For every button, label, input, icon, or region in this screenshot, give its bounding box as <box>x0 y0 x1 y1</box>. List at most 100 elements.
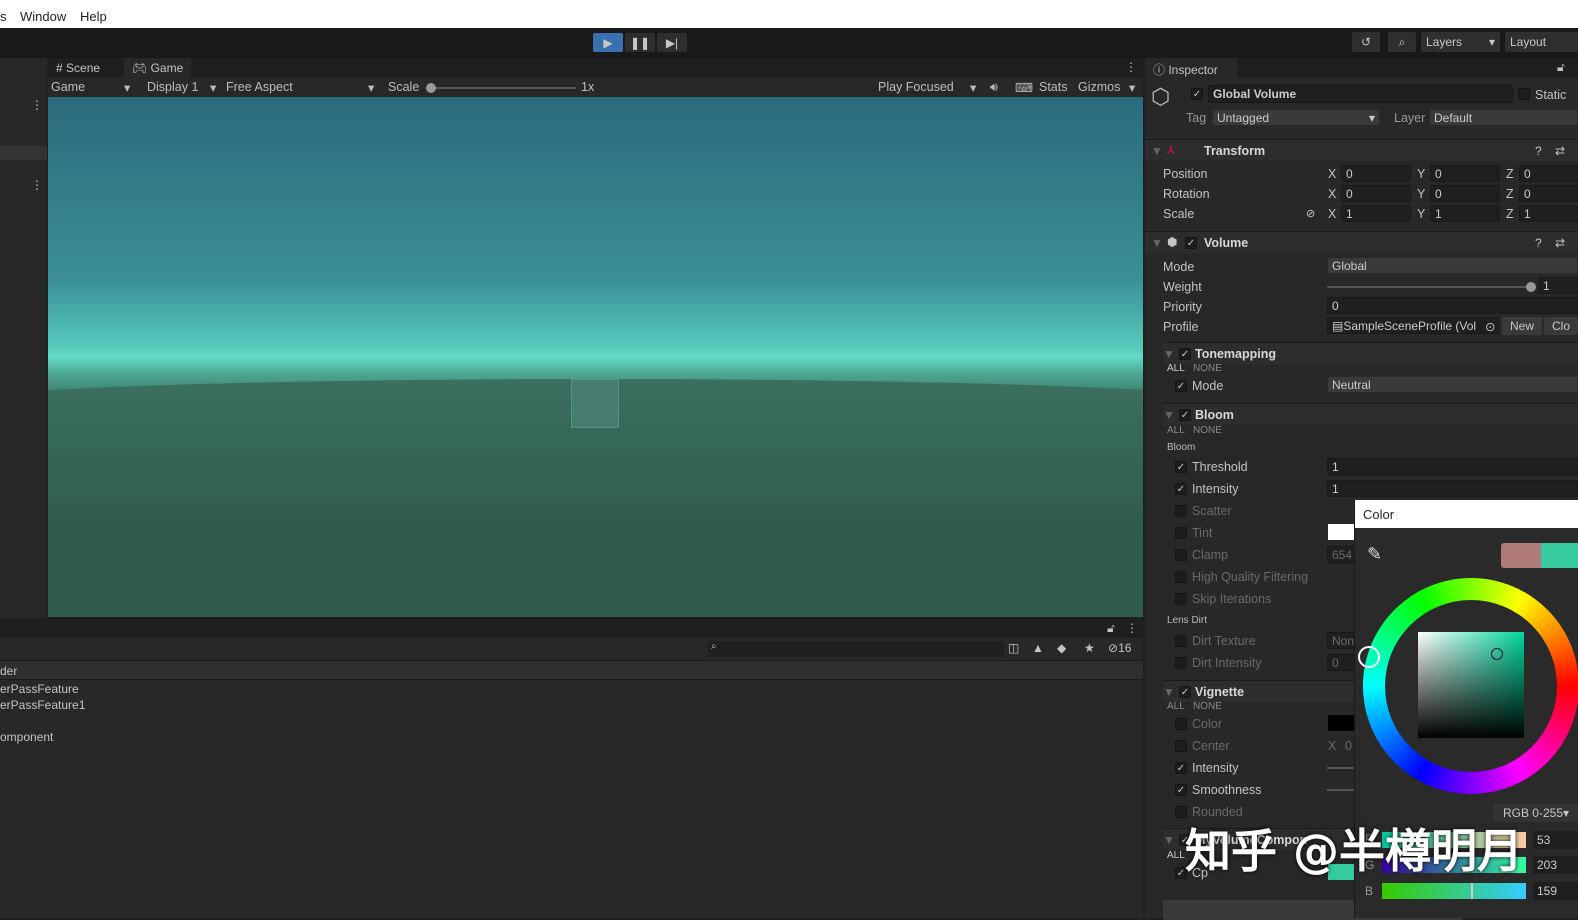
game-viewport[interactable] <box>48 97 1143 617</box>
tonemapping-header[interactable]: ▼ ✓ Tonemapping <box>1163 342 1578 364</box>
rotation-z[interactable]: 0 <box>1519 185 1578 202</box>
tab-game[interactable]: 🎮︎ Game <box>124 58 192 78</box>
all-button[interactable]: ALL <box>1167 363 1185 374</box>
all-button[interactable]: ALL <box>1167 850 1185 861</box>
tag-dropdown[interactable]: Untagged ▾ <box>1212 109 1380 126</box>
hue-handle[interactable] <box>1358 646 1380 668</box>
rotation-x[interactable]: 0 <box>1341 185 1411 202</box>
tint-checkbox[interactable] <box>1175 527 1187 539</box>
stats-button[interactable]: Stats <box>1039 80 1068 94</box>
dirt-intensity-input[interactable]: 0 <box>1327 654 1357 671</box>
b-input[interactable]: 159 <box>1533 882 1578 900</box>
volume-header[interactable]: ▼ ⬢ ✓ Volume ? ⇄ <box>1145 231 1578 253</box>
slider-thumb[interactable] <box>1526 282 1536 292</box>
game-view-dropdown[interactable]: Game <box>51 80 85 94</box>
more-icon[interactable]: ⋮ <box>31 98 43 112</box>
more-icon[interactable]: ⋮ <box>31 178 43 192</box>
position-x[interactable]: 0 <box>1341 165 1411 182</box>
priority-input[interactable]: 0 <box>1327 297 1578 314</box>
mode-dropdown[interactable]: Global <box>1327 257 1578 274</box>
b-slider[interactable] <box>1382 883 1526 899</box>
smoothness-checkbox[interactable]: ✓ <box>1175 784 1187 796</box>
project-search-input[interactable]: ⌕ <box>708 641 1004 657</box>
layout-dropdown[interactable]: Layout <box>1505 32 1578 52</box>
color-picker-titlebar[interactable]: Color <box>1355 500 1578 528</box>
aspect-dropdown[interactable]: Free Aspect <box>226 80 293 94</box>
history-button[interactable]: ↺ <box>1352 32 1380 52</box>
scatter-checkbox[interactable] <box>1175 505 1187 517</box>
list-item[interactable]: omponent <box>0 730 53 744</box>
threshold-input[interactable]: 1 <box>1327 458 1578 475</box>
dirt-texture-field[interactable]: Non <box>1327 632 1357 649</box>
bloom-header[interactable]: ▼ ✓ Bloom <box>1163 403 1578 425</box>
saturation-value-square[interactable] <box>1418 632 1524 738</box>
weight-slider[interactable] <box>1327 282 1536 292</box>
g-input[interactable]: 203 <box>1533 856 1578 874</box>
tonemapping-checkbox[interactable]: ✓ <box>1179 348 1191 360</box>
tonemapping-mode-dropdown[interactable]: Neutral <box>1327 376 1578 393</box>
intensity-checkbox[interactable]: ✓ <box>1175 483 1187 495</box>
hq-filtering-checkbox[interactable] <box>1175 571 1187 583</box>
help-icon[interactable]: ? <box>1535 236 1542 250</box>
chevron-down-icon[interactable]: ▾ <box>1129 80 1135 95</box>
skip-iterations-checkbox[interactable] <box>1175 593 1187 605</box>
rotation-y[interactable]: 0 <box>1430 185 1500 202</box>
gameobject-icon[interactable]: ⬡ <box>1151 84 1170 110</box>
object-name-input[interactable]: Global Volume <box>1208 85 1513 103</box>
settings-icon[interactable]: ⇄ <box>1555 144 1565 158</box>
settings-icon[interactable]: ⇄ <box>1555 236 1565 250</box>
clone-profile-button[interactable]: Clo <box>1544 317 1578 335</box>
list-item[interactable]: erPassFeature1 <box>0 698 85 712</box>
tab-inspector[interactable]: ⓘ Inspector <box>1145 58 1237 78</box>
menu-window[interactable]: Window <box>20 9 66 24</box>
transform-header[interactable]: ▼ ⅄ Transform ? ⇄ <box>1145 139 1578 161</box>
lock-icon[interactable]: 🔓︎ <box>1557 60 1565 75</box>
star-icon[interactable]: ★ <box>1084 641 1095 655</box>
active-checkbox[interactable]: ✓ <box>1191 88 1203 100</box>
none-button[interactable]: NONE <box>1193 363 1222 374</box>
mode-override-checkbox[interactable]: ✓ <box>1175 380 1187 392</box>
display-dropdown[interactable]: Display 1 <box>147 80 198 94</box>
scale-x[interactable]: 1 <box>1341 205 1411 222</box>
volume-enabled-checkbox[interactable]: ✓ <box>1185 237 1197 249</box>
dirt-texture-checkbox[interactable] <box>1175 635 1187 647</box>
dirt-intensity-checkbox[interactable] <box>1175 657 1187 669</box>
object-picker-icon[interactable]: ⊙ <box>1485 319 1495 334</box>
hidden-packages-button[interactable]: ⊘16 <box>1108 641 1131 655</box>
search-button[interactable]: ⌕ <box>1388 32 1416 52</box>
sv-handle[interactable] <box>1491 648 1503 660</box>
help-icon[interactable]: ? <box>1535 144 1542 158</box>
menu-help[interactable]: Help <box>80 9 107 24</box>
clamp-checkbox[interactable] <box>1175 549 1187 561</box>
weight-input[interactable]: 1 <box>1538 277 1578 294</box>
profile-field[interactable]: ▤SampleSceneProfile (Vol <box>1327 317 1499 334</box>
keyboard-icon[interactable]: ⌨ <box>1015 80 1033 95</box>
filter-label-icon[interactable]: ▲ <box>1032 641 1044 655</box>
step-button[interactable]: ▶| <box>657 33 687 52</box>
audio-icon[interactable]: 🔊︎ <box>990 80 998 95</box>
none-button[interactable]: NONE <box>1193 701 1222 712</box>
layer-dropdown[interactable]: Default <box>1429 109 1578 126</box>
all-button[interactable]: ALL <box>1167 701 1185 712</box>
clamp-input[interactable]: 654 <box>1327 546 1357 563</box>
bloom-checkbox[interactable]: ✓ <box>1179 409 1191 421</box>
pause-button[interactable]: ❚❚ <box>625 33 655 52</box>
r-input[interactable]: 53 <box>1533 831 1578 849</box>
tag-icon[interactable]: ◆ <box>1057 641 1066 655</box>
layers-dropdown[interactable]: Layers ▾ <box>1421 32 1500 52</box>
play-button[interactable]: ▶ <box>593 33 623 52</box>
center-x-input[interactable]: 0 <box>1345 739 1352 753</box>
play-mode-dropdown[interactable]: Play Focused <box>878 80 954 94</box>
scale-slider[interactable] <box>426 83 576 93</box>
gizmos-button[interactable]: Gizmos <box>1078 80 1120 94</box>
hierarchy-row[interactable] <box>0 146 47 160</box>
more-icon[interactable]: ⋮ <box>1126 621 1138 635</box>
vignette-checkbox[interactable]: ✓ <box>1179 686 1191 698</box>
center-checkbox[interactable] <box>1175 740 1187 752</box>
previous-color-swatch[interactable] <box>1501 543 1541 568</box>
menu-item[interactable]: s <box>0 9 7 24</box>
more-icon[interactable]: ⋮ <box>1125 60 1137 74</box>
smoothness-slider[interactable] <box>1327 789 1357 791</box>
threshold-checkbox[interactable]: ✓ <box>1175 461 1187 473</box>
eyedropper-icon[interactable]: ✎ <box>1367 544 1382 565</box>
